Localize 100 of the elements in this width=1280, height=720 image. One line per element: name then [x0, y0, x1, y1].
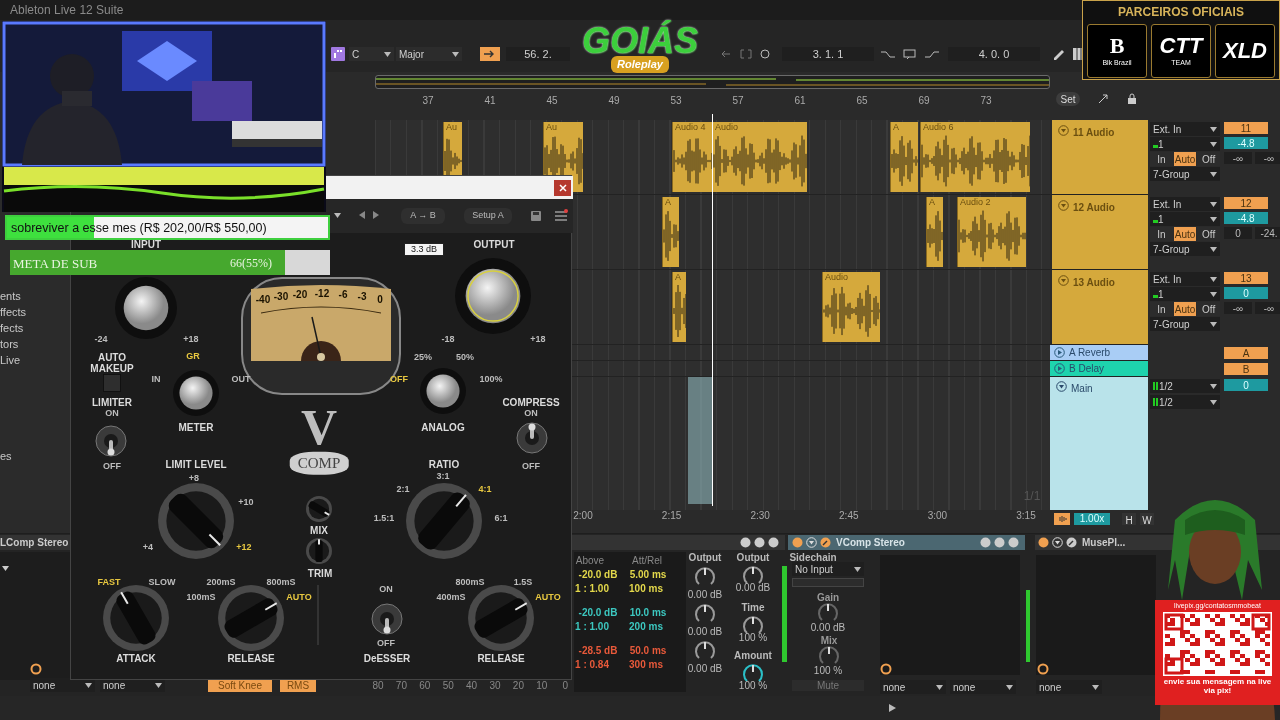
curve-icon[interactable]: [924, 49, 940, 59]
circle-icon[interactable]: [760, 49, 770, 59]
browser-item[interactable]: Live: [0, 352, 21, 368]
expand-icon[interactable]: [1054, 363, 1065, 374]
audio-clip[interactable]: Audio 2: [957, 197, 1026, 267]
overview-strip[interactable]: [375, 75, 1050, 89]
dropdown[interactable]: Ext. In: [1150, 197, 1220, 211]
lock-icon[interactable]: [1126, 93, 1138, 105]
position-field[interactable]: 56. 2.: [506, 47, 570, 61]
knob[interactable]: [115, 277, 177, 339]
next-icon[interactable]: [373, 211, 379, 219]
dropdown[interactable]: C: [349, 47, 394, 61]
bracket-icon[interactable]: [740, 49, 752, 59]
monitor-button[interactable]: Auto: [1173, 302, 1197, 316]
track-number-button[interactable]: 12: [1224, 197, 1268, 209]
audio-clip[interactable]: A: [662, 197, 679, 267]
knob[interactable]: [694, 603, 716, 625]
circle-icon[interactable]: [1037, 663, 1049, 675]
audio-view-button[interactable]: [1054, 512, 1070, 525]
dropdown[interactable]: 7-Group: [1150, 242, 1220, 256]
partner-logo[interactable]: XLD: [1215, 24, 1275, 78]
dropdown[interactable]: Ext. In: [1150, 122, 1220, 136]
toggle-switch[interactable]: [371, 603, 403, 635]
dropdown[interactable]: none: [950, 680, 1016, 694]
return-track-header[interactable]: A Reverb: [1050, 345, 1148, 361]
send-field[interactable]: -∞: [1224, 152, 1252, 164]
dropdown[interactable]: No Input: [792, 562, 864, 576]
collapse-icon[interactable]: [1056, 381, 1067, 392]
dropdown[interactable]: Ext. In: [1150, 272, 1220, 286]
loop-icon[interactable]: [902, 48, 918, 60]
track-number-button[interactable]: 13: [1224, 272, 1268, 284]
dropdown[interactable]: none: [880, 680, 946, 694]
track-header[interactable]: 11 Audio: [1050, 120, 1148, 195]
dropdown[interactable]: 1: [1150, 137, 1220, 151]
expand-icon[interactable]: [1054, 347, 1065, 358]
audio-clip[interactable]: Audio: [712, 122, 807, 192]
preset-button[interactable]: Setup A: [464, 208, 512, 224]
browser-item[interactable]: ents: [0, 288, 21, 304]
follow-button[interactable]: [480, 47, 500, 61]
loop-length-field[interactable]: 4. 0. 0: [948, 47, 1040, 61]
play-icon[interactable]: [888, 703, 897, 713]
monitor-button[interactable]: Auto: [1173, 152, 1197, 166]
send-field[interactable]: -∞: [1224, 302, 1252, 314]
previous-icon[interactable]: [359, 211, 365, 219]
send-field[interactable]: -∞: [1255, 152, 1280, 164]
dropdown[interactable]: 1: [1150, 212, 1220, 226]
toggle-switch[interactable]: [95, 425, 127, 457]
browser-item[interactable]: es: [0, 448, 12, 464]
circle-icon[interactable]: [30, 663, 42, 675]
track-number-button[interactable]: 11: [1224, 122, 1268, 134]
dropdown[interactable]: 1/2: [1150, 379, 1220, 393]
dropdown[interactable]: 7-Group: [1150, 317, 1220, 331]
scale-icon[interactable]: [331, 47, 345, 61]
back-arrow-icon[interactable]: [720, 49, 732, 59]
audio-clip[interactable]: Audio 4: [672, 122, 712, 192]
knob[interactable]: [420, 368, 466, 414]
send-field[interactable]: 0: [1224, 227, 1252, 239]
knob[interactable]: [694, 566, 716, 588]
send-field[interactable]: -∞: [1255, 302, 1280, 314]
curve-icon[interactable]: [880, 49, 896, 59]
view-button[interactable]: W: [1140, 512, 1154, 525]
knob[interactable]: [173, 370, 219, 416]
audio-clip[interactable]: A: [926, 197, 943, 267]
audio-clip[interactable]: A: [890, 122, 918, 192]
browser-item[interactable]: tors: [0, 336, 19, 352]
knob[interactable]: [694, 640, 716, 662]
track-header[interactable]: 13 Audio: [1050, 270, 1148, 345]
audio-clip[interactable]: A: [672, 272, 686, 342]
copy-button[interactable]: A → B: [401, 208, 445, 224]
send-button[interactable]: A: [1224, 347, 1268, 359]
knob[interactable]: [818, 645, 840, 667]
dropdown[interactable]: none: [30, 678, 95, 692]
dropdown[interactable]: 1/2: [1150, 395, 1220, 409]
power-icon[interactable]: [792, 537, 803, 548]
knob[interactable]: [817, 602, 839, 624]
power-icon[interactable]: [1038, 537, 1049, 548]
wrench-icon[interactable]: [820, 537, 831, 548]
view-button[interactable]: H: [1122, 512, 1136, 525]
pencil-icon[interactable]: [1052, 47, 1066, 61]
dropdown[interactable]: none: [1036, 680, 1102, 694]
menu-icon[interactable]: [555, 209, 568, 221]
dropdown[interactable]: 7-Group: [1150, 167, 1220, 181]
send-button[interactable]: B: [1224, 363, 1268, 375]
browser-item[interactable]: ffects: [0, 304, 27, 320]
dropdown[interactable]: 1: [1150, 287, 1220, 301]
return-track-header[interactable]: B Delay: [1050, 361, 1148, 377]
toggle-switch[interactable]: [516, 422, 548, 454]
audio-clip[interactable]: Audio 6: [920, 122, 1030, 192]
wrench-icon[interactable]: [1066, 537, 1077, 548]
circle-icon[interactable]: [880, 663, 892, 675]
send-field[interactable]: -24.: [1255, 227, 1280, 239]
monitor-button[interactable]: Auto: [1173, 227, 1197, 241]
main-track-header[interactable]: Main: [1050, 377, 1148, 510]
audio-clip[interactable]: Audio: [822, 272, 880, 342]
loop-start-field[interactable]: 3. 1. 1: [782, 47, 874, 61]
close-button[interactable]: [554, 180, 571, 196]
set-button[interactable]: Set: [1056, 92, 1080, 106]
dropdown[interactable]: Major: [396, 47, 462, 61]
browser-item[interactable]: fects: [0, 320, 24, 336]
knob[interactable]: [455, 258, 531, 334]
